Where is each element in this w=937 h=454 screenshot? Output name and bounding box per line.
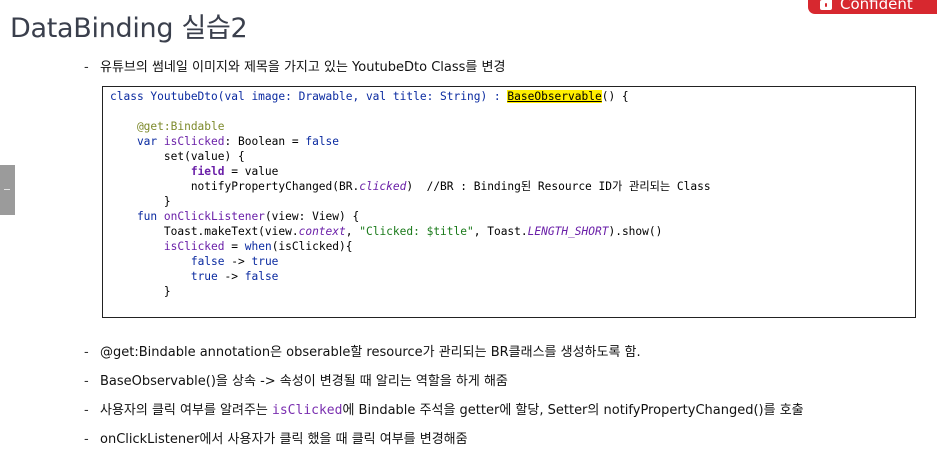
bullet-dash: - xyxy=(84,374,89,389)
note-bullet-1: - @get:Bindable annotation은 obserable할 re… xyxy=(84,341,641,360)
bullet-dash: - xyxy=(84,403,89,418)
note-bullet-3: - 사용자의 클릭 여부를 알려주는 isClicked에 Bindable 주석… xyxy=(84,399,804,418)
code-line-4: var isClicked: Boolean = false xyxy=(110,135,340,148)
highlighted-baseobservable: BaseObservable xyxy=(507,90,602,103)
code-line-3: @get:Bindable xyxy=(110,120,225,133)
code-line-13: true -> false xyxy=(190,270,279,283)
code-line-6: field = value xyxy=(190,165,279,178)
code-line-8: } xyxy=(110,195,171,208)
note-text-post: 에 Bindable 주석을 getter에 할당, Setter의 notif… xyxy=(342,403,804,418)
intro-text: 유튜브의 썸네일 이미지와 제목을 가지고 있는 YoutubeDto Clas… xyxy=(100,60,506,75)
code-line-5: set(value) { xyxy=(110,150,245,163)
badge-label: Confident xyxy=(840,0,913,13)
note-text-pre: 사용자의 클릭 여부를 알려주는 xyxy=(100,403,273,418)
bullet-dash: - xyxy=(84,60,89,75)
note-code-isclicked: isClicked xyxy=(272,403,343,418)
note-bullet-4: - onClickListener에서 사용자가 클릭 했을 때 클릭 여부를 변… xyxy=(84,428,468,447)
note-bullet-2: - BaseObservable()을 상속 -> 속성이 변경될 때 알리는 역… xyxy=(84,370,508,389)
note-text: BaseObservable()을 상속 -> 속성이 변경될 때 알리는 역할… xyxy=(100,374,508,389)
confidential-badge: Confident xyxy=(808,0,937,14)
code-line-12: false -> true xyxy=(190,255,279,268)
code-line-7: notifyPropertyChanged(BR.clicked) //BR :… xyxy=(110,180,711,193)
code-line-9: fun onClickListener(view: View) { xyxy=(110,210,360,223)
note-text: onClickListener에서 사용자가 클릭 했을 때 클릭 여부를 변경… xyxy=(100,432,468,447)
note-text: @get:Bindable annotation은 obserable할 res… xyxy=(100,345,641,360)
code-line-1: class YoutubeDto(val image: Drawable, va… xyxy=(110,90,629,103)
bullet-dash: - xyxy=(84,432,89,447)
bullet-dash: - xyxy=(84,345,89,360)
code-line-10: Toast.makeText(view.context, "Clicked: $… xyxy=(110,225,663,238)
slide-title: DataBinding 실습2 xyxy=(10,13,248,44)
lock-icon xyxy=(820,0,832,10)
code-line-14: } xyxy=(110,285,171,298)
code-line-11: isClicked = when(isClicked){ xyxy=(163,240,353,253)
side-tab xyxy=(0,165,15,215)
intro-bullet: - 유튜브의 썸네일 이미지와 제목을 가지고 있는 YoutubeDto Cla… xyxy=(84,56,505,75)
code-block: class YoutubeDto(val image: Drawable, va… xyxy=(102,86,916,318)
